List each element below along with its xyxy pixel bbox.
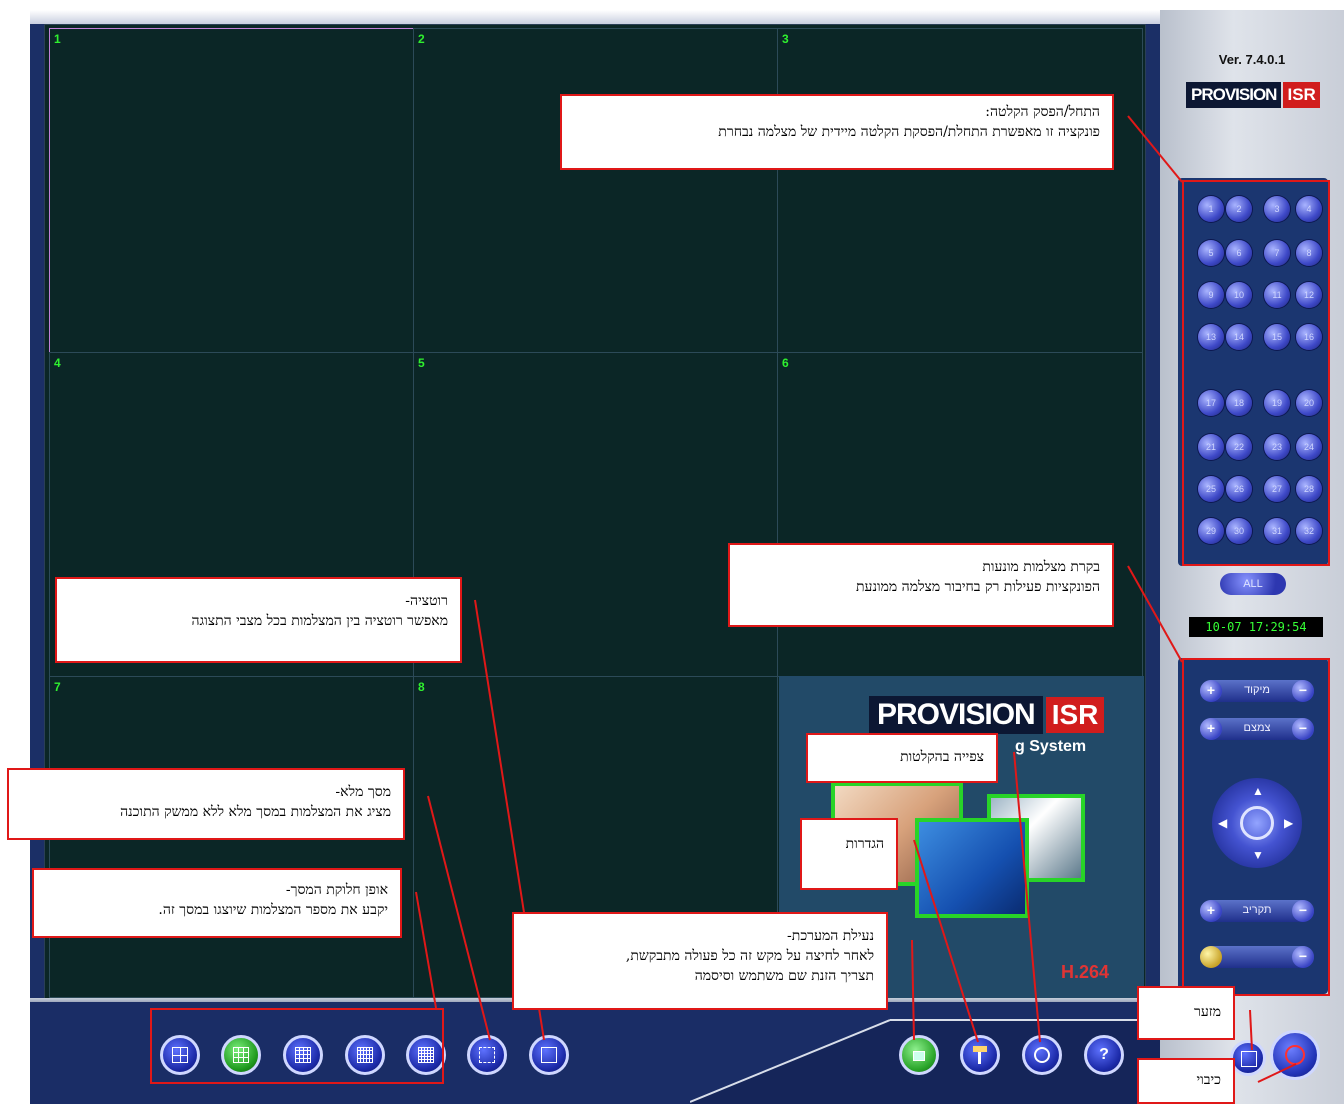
callout-body: הפונקציות פעילות רק בחיבור מצלמה ממונעת — [856, 579, 1100, 595]
exit-callout: כיבוי — [1137, 1058, 1235, 1104]
lock-callout: נעילת המערכת- לאחר לחיצה על מקש זה כל פע… — [512, 912, 888, 1010]
callout-title: בקרת מצלמות מונעות — [982, 559, 1100, 575]
callout-title: כיבוי — [1196, 1072, 1221, 1088]
callout-title: מזער — [1193, 1004, 1221, 1020]
callout-title: הגדרות — [845, 836, 884, 852]
playback-callout: צפייה בהקלטות — [806, 733, 998, 783]
fullscreen-callout: מסך מלא- מציג את המצלמות במסך מלא ללא ממ… — [7, 768, 405, 840]
callout-body: פונקציה זו מאפשרת התחלת/הפסקת הקלטה מייד… — [718, 124, 1100, 140]
callout-body: מאפשר רוטציה בין המצלמות בכל מצבי התצוגה — [191, 613, 448, 629]
record-callout: התחל/הפסק הקלטה: פונקציה זו מאפשרת התחלת… — [560, 94, 1114, 170]
settings-callout: הגדרות — [800, 818, 898, 890]
minimize-callout: מזער — [1137, 986, 1235, 1040]
rotation-callout: רוטציה- מאפשר רוטציה בין המצלמות בכל מצב… — [55, 577, 462, 663]
callout-title: נעילת המערכת- — [787, 928, 874, 944]
callout-body: תצריך הזנת שם משתמש וסיסמה — [694, 968, 874, 984]
split-callout: אופן חלוקת המסך- יקבע את מספר המצלמות שי… — [32, 868, 402, 938]
ptz-callout: בקרת מצלמות מונעות הפונקציות פעילות רק ב… — [728, 543, 1114, 627]
callout-body: לאחר לחיצה על מקש זה כל פעולה מתבקשת, — [625, 948, 874, 964]
callout-title: התחל/הפסק הקלטה: — [985, 104, 1100, 120]
callout-title: מסך מלא- — [335, 784, 391, 800]
callout-title: רוטציה- — [405, 593, 448, 609]
callout-body: מציג את המצלמות במסך מלא ללא ממשק התוכנה — [120, 804, 391, 820]
callout-title: אופן חלוקת המסך- — [285, 882, 388, 898]
callout-body: יקבע את מספר המצלמות שיוצגו במסך זה. — [158, 902, 388, 918]
callout-title: צפייה בהקלטות — [900, 749, 984, 765]
